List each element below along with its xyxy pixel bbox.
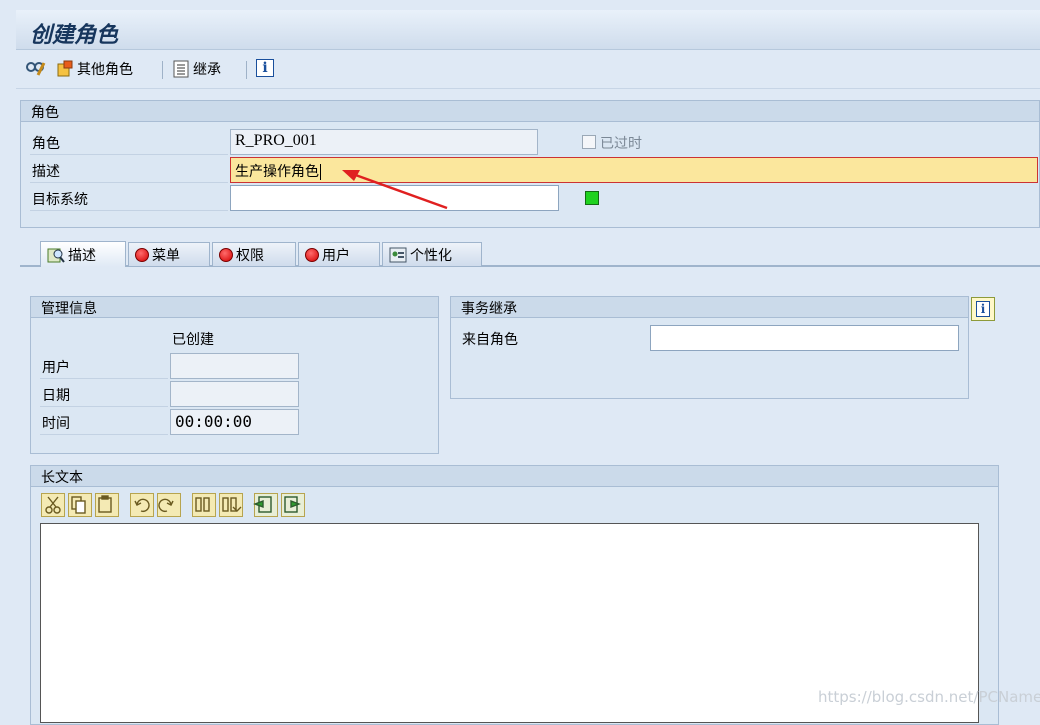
other-roles-label: 其他角色: [77, 62, 133, 78]
created-user-field[interactable]: [170, 353, 299, 379]
red-status-icon: [135, 247, 149, 262]
role-label: 角色: [32, 136, 60, 152]
tab-label: 个性化: [410, 247, 452, 264]
glasses-pencil-icon: [26, 59, 46, 77]
toolbar-separator: [246, 61, 247, 79]
watermark: https://blog.csdn.net/PCName: [818, 688, 1040, 706]
tab-menu[interactable]: 菜单: [128, 242, 210, 266]
row-divider: [40, 406, 168, 407]
personalization-icon: [389, 246, 407, 264]
role-section-heading: 角色: [21, 101, 1039, 122]
page-title: 创建角色: [30, 23, 119, 48]
info-icon: i: [256, 59, 274, 77]
target-system-label: 目标系统: [32, 192, 88, 208]
tab-label: 用户: [322, 247, 350, 264]
created-header: 已创建: [172, 332, 214, 348]
created-date-field[interactable]: [170, 381, 299, 407]
red-status-icon: [305, 247, 319, 262]
tab-label: 权限: [236, 247, 264, 264]
tab-label: 描述: [68, 247, 96, 264]
display-change-button[interactable]: [26, 59, 46, 77]
annotation-arrow-icon: [342, 170, 448, 210]
description-label: 描述: [32, 164, 60, 180]
row-divider: [40, 434, 168, 435]
tab-user[interactable]: 用户: [298, 242, 380, 266]
tab-personalization[interactable]: 个性化: [382, 242, 482, 266]
time-label: 时间: [42, 416, 70, 432]
inherit-label: 继承: [193, 62, 221, 78]
text-cursor: [320, 164, 321, 180]
toolbar-separator: [162, 61, 163, 79]
user-label: 用户: [42, 360, 70, 376]
tab-description[interactable]: 描述: [40, 241, 126, 267]
admin-info-heading: 管理信息: [31, 297, 438, 318]
from-role-field[interactable]: [650, 325, 959, 351]
row-divider: [40, 378, 168, 379]
long-text-heading: 长文本: [31, 466, 998, 487]
magnifier-icon: [47, 246, 65, 264]
created-time-field[interactable]: 00:00:00: [170, 409, 299, 435]
title-bar: 创建角色: [16, 10, 1040, 50]
text-edit-toolbar-icons: [45, 495, 301, 514]
row-divider: [30, 210, 228, 211]
expired-checkbox[interactable]: [582, 135, 596, 149]
other-object-icon: [56, 60, 74, 78]
inherit-button[interactable]: 继承: [172, 59, 221, 79]
row-divider: [30, 182, 228, 183]
document-list-icon: [172, 60, 190, 78]
from-role-label: 来自角色: [462, 332, 518, 348]
tab-authorization[interactable]: 权限: [212, 242, 296, 266]
info-button[interactable]: i: [971, 297, 995, 321]
application-toolbar: 其他角色 继承 i: [16, 51, 1040, 89]
expired-label: 已过时: [600, 136, 642, 152]
status-green-icon: [585, 191, 599, 205]
role-field[interactable]: R_PRO_001: [230, 129, 538, 155]
tab-label: 菜单: [152, 247, 180, 264]
row-divider: [30, 154, 228, 155]
info-button[interactable]: i: [256, 59, 274, 77]
date-label: 日期: [42, 388, 70, 404]
other-roles-button[interactable]: 其他角色: [56, 59, 133, 79]
red-status-icon: [219, 247, 233, 262]
info-icon: i: [976, 301, 990, 317]
transaction-inherit-heading: 事务继承: [451, 297, 968, 318]
